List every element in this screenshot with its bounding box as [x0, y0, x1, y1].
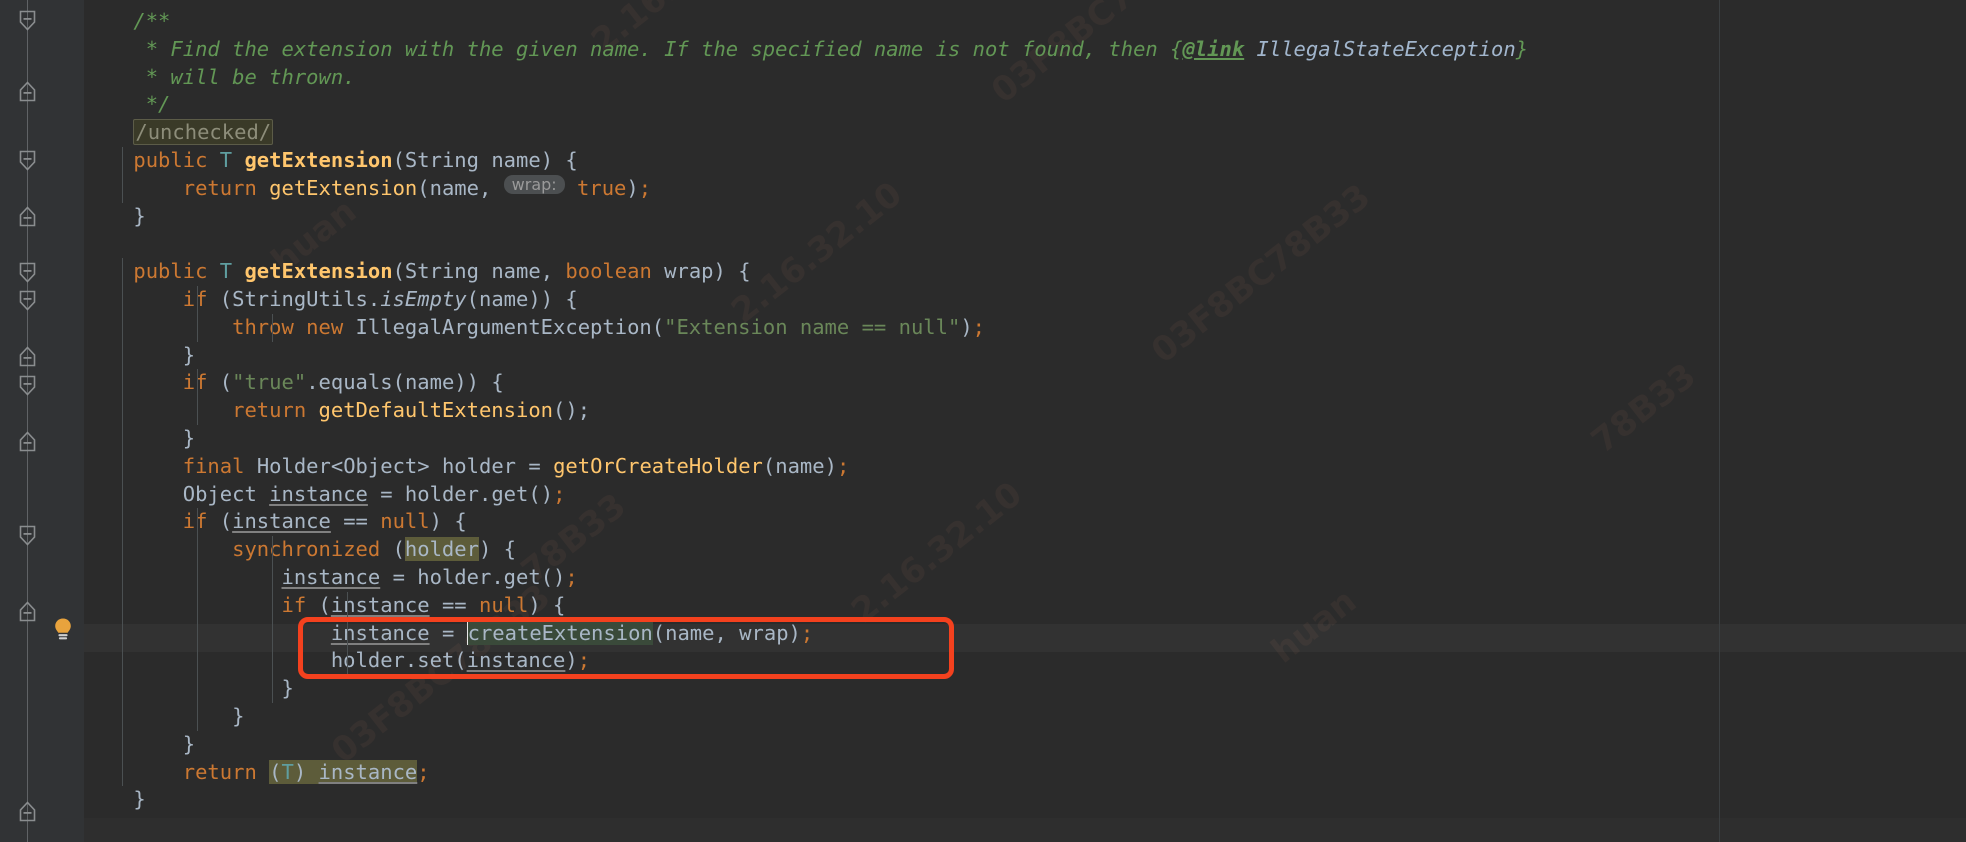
code-line[interactable] — [84, 230, 96, 258]
javadoc-close: */ — [84, 92, 171, 117]
local-variable[interactable]: instance — [331, 621, 430, 645]
local-variable[interactable]: instance — [281, 565, 380, 589]
fold-marker-end[interactable] — [19, 80, 36, 102]
method-call[interactable]: getExtension — [269, 176, 417, 200]
code-line[interactable]: public T getExtension(String name, boole… — [84, 258, 751, 286]
code-line[interactable]: holder.set(instance); — [84, 647, 590, 676]
fold-marker-start[interactable] — [19, 10, 36, 32]
fold-marker-end[interactable] — [19, 205, 36, 227]
editor-bottom-strip — [84, 818, 1966, 842]
code-line[interactable]: } — [84, 203, 145, 231]
local-variable[interactable]: instance — [331, 593, 430, 617]
fold-track-line — [27, 0, 28, 842]
code-line[interactable]: if ("true".equals(name)) { — [84, 369, 504, 398]
parameter-hint-wrap[interactable]: wrap: — [503, 174, 565, 194]
fold-marker-start[interactable] — [19, 375, 36, 397]
identifier-under-caret[interactable]: createExtension — [467, 620, 653, 645]
code-surface[interactable]: 2.16.32.10 03F8BC78B33 huan 2.16.32.10 0… — [84, 0, 1966, 842]
code-line[interactable]: synchronized (holder) { — [84, 536, 516, 564]
code-line[interactable]: } — [84, 730, 195, 759]
code-text[interactable]: /** * Find the extension with the given … — [84, 0, 1528, 842]
javadoc-text: * will be thrown. — [84, 64, 356, 89]
right-margin-guide — [1719, 0, 1720, 842]
code-line[interactable]: return getDefaultExtension(); — [84, 397, 590, 425]
local-variable[interactable]: instance — [232, 509, 331, 533]
code-line[interactable]: * Find the extension with the given name… — [84, 36, 1528, 64]
editor-gutter[interactable] — [0, 0, 84, 842]
local-variable[interactable]: instance — [467, 648, 566, 672]
fold-marker-start[interactable] — [19, 150, 36, 172]
watermark: 78B33 — [1584, 355, 1704, 462]
javadoc-link-tag[interactable]: @link — [1182, 37, 1244, 61]
code-line[interactable]: final Holder<Object> holder = getOrCreat… — [84, 452, 849, 481]
fold-marker-start[interactable] — [19, 525, 36, 547]
string-literal: "Extension name == null" — [664, 314, 961, 339]
lightbulb-icon[interactable] — [50, 616, 76, 642]
fold-marker-end[interactable] — [19, 600, 36, 622]
code-line[interactable]: */ — [84, 91, 171, 119]
fold-marker-end[interactable] — [19, 345, 36, 367]
javadoc-text: } — [1515, 36, 1529, 61]
code-line[interactable]: /** — [84, 8, 170, 36]
method-declaration[interactable]: getExtension — [244, 259, 392, 283]
code-line[interactable]: } — [84, 703, 244, 731]
code-line[interactable]: if (instance == null) { — [84, 591, 565, 620]
code-line[interactable]: public T getExtension(String name) { — [84, 147, 578, 175]
code-line[interactable]: /unchecked/ — [84, 119, 274, 147]
code-line[interactable]: } — [84, 675, 294, 703]
code-line[interactable]: if (StringUtils.isEmpty(name)) { — [84, 286, 578, 314]
watermark: 2.16.32.10 — [844, 474, 1030, 632]
code-editor[interactable]: 2.16.32.10 03F8BC78B33 huan 2.16.32.10 0… — [0, 0, 1966, 842]
code-line[interactable]: Object instance = holder.get(); — [84, 480, 565, 509]
unchecked-cast-highlight[interactable]: (T) instance — [269, 759, 418, 784]
folded-annotation-region[interactable]: /unchecked/ — [133, 119, 274, 146]
method-call[interactable]: getDefaultExtension — [319, 398, 554, 422]
fold-marker-start[interactable] — [19, 290, 36, 312]
code-line[interactable]: return (T) instance; — [84, 758, 430, 787]
static-method-call[interactable]: isEmpty — [380, 287, 466, 311]
string-literal: "true" — [232, 370, 307, 395]
code-line[interactable]: instance = holder.get(); — [84, 564, 578, 592]
code-line[interactable]: } — [84, 786, 145, 814]
code-line[interactable]: * will be thrown. — [84, 64, 356, 92]
fold-marker-end[interactable] — [19, 430, 36, 452]
fold-marker-end[interactable] — [19, 800, 36, 822]
fold-marker-start[interactable] — [19, 262, 36, 284]
code-line[interactable]: if (instance == null) { — [84, 508, 467, 537]
code-line[interactable]: throw new IllegalArgumentException("Exte… — [84, 313, 985, 342]
method-call[interactable]: getOrCreateHolder — [553, 454, 763, 478]
javadoc-open: /** — [84, 9, 171, 33]
method-declaration[interactable]: getExtension — [244, 148, 392, 172]
watermark: 2.16.32.10 — [724, 174, 910, 332]
code-line-caret[interactable]: instance = createExtension(name, wrap); — [84, 619, 813, 648]
watermark: 03F8BC78B33 — [1144, 176, 1378, 372]
code-line[interactable]: } — [84, 425, 195, 453]
javadoc-link-ref: IllegalStateException — [1244, 36, 1516, 61]
code-line[interactable]: } — [84, 341, 195, 370]
synchronized-monitor-highlight[interactable]: holder — [404, 537, 479, 562]
code-line[interactable]: return getExtension(name, wrap: true); — [84, 174, 651, 203]
local-variable[interactable]: instance — [269, 482, 368, 506]
javadoc-text: * Find the extension with the given name… — [84, 36, 1183, 61]
